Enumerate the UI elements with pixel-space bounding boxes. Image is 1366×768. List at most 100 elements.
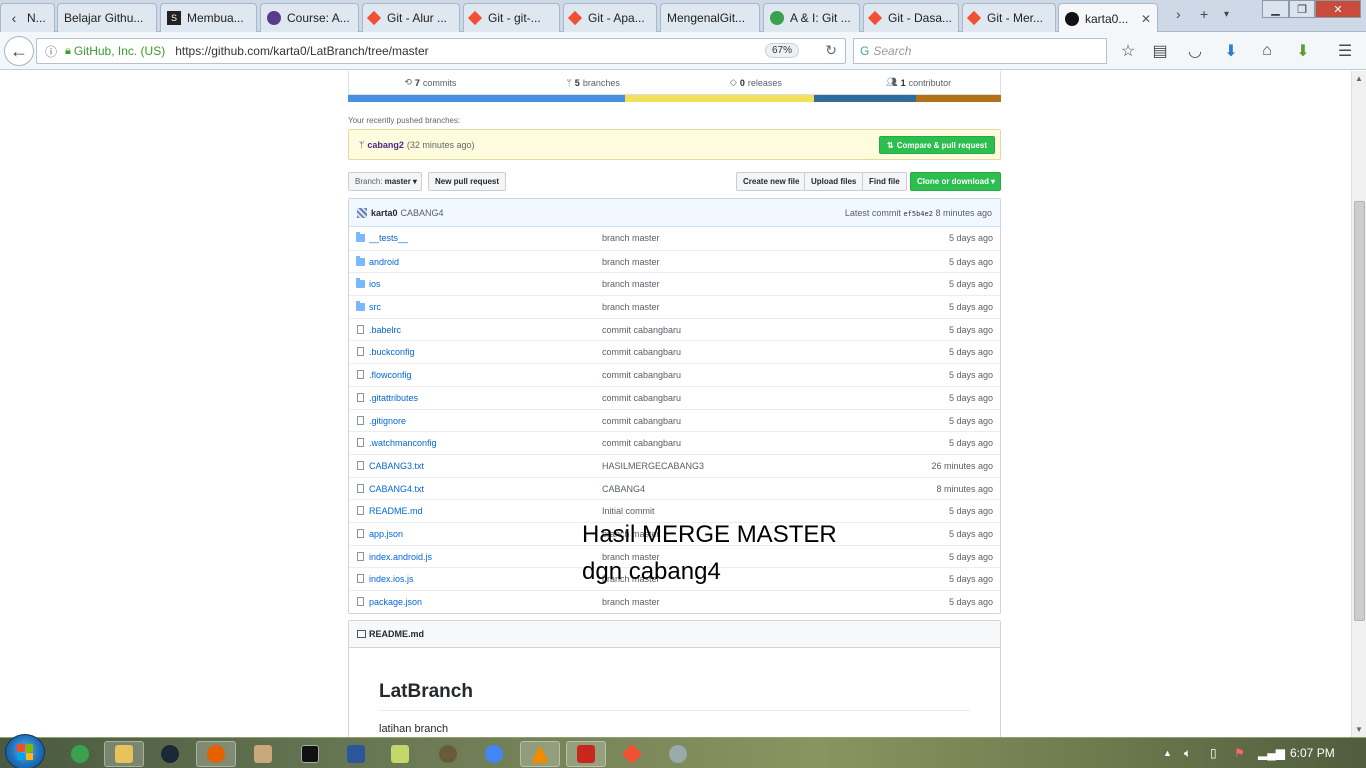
download-helper-icon[interactable]: ⬇ [1293, 41, 1313, 61]
file-name-link[interactable]: .babelrc [369, 325, 401, 335]
language-segment[interactable] [625, 95, 814, 102]
recent-branch-name[interactable]: cabang2 [367, 140, 404, 150]
file-name-link[interactable]: .flowconfig [369, 370, 412, 380]
find-file-button[interactable]: Find file [862, 172, 907, 191]
commits-link[interactable]: ⟲ 7 commits [349, 71, 512, 94]
scroll-up-icon[interactable]: ▲ [1355, 74, 1363, 83]
compare-pull-request-button[interactable]: ⇅ Compare & pull request [879, 136, 995, 154]
vertical-scrollbar[interactable]: ▲ ▼ [1351, 71, 1366, 737]
bookmark-star-icon[interactable]: ☆ [1118, 41, 1138, 61]
language-bar[interactable] [348, 95, 1001, 102]
file-commit-message[interactable]: branch master [602, 233, 660, 243]
browser-tab[interactable]: Belajar Githu... [57, 3, 157, 32]
file-commit-message[interactable]: commit cabangbaru [602, 438, 681, 448]
file-name-link[interactable]: __tests__ [369, 233, 408, 243]
list-all-tabs-icon[interactable]: ▾ [1224, 9, 1229, 20]
close-window-button[interactable]: ✕ [1315, 0, 1361, 18]
taskbar-app-cmd[interactable] [290, 741, 330, 767]
new-tab-button[interactable]: + [1200, 6, 1208, 22]
zoom-indicator[interactable]: 67% [764, 43, 799, 58]
taskbar-app-word[interactable] [336, 741, 376, 767]
browser-tab[interactable]: Git - Dasa... [863, 3, 959, 32]
releases-link[interactable]: ◇ 0 releases [675, 71, 838, 94]
commit-message[interactable]: CABANG4 [401, 208, 444, 218]
reload-icon[interactable]: ↻ [825, 42, 837, 59]
close-tab-icon[interactable]: ✕ [1141, 12, 1151, 26]
file-name-link[interactable]: index.android.js [369, 552, 432, 562]
avatar[interactable] [357, 207, 367, 218]
branches-link[interactable]: ᛘ 5 branches [512, 71, 675, 94]
file-commit-message[interactable]: branch master [602, 279, 660, 289]
browser-tab[interactable]: karta0... ✕ [1058, 3, 1158, 33]
taskbar-app-steam[interactable] [150, 741, 190, 767]
file-commit-message[interactable]: commit cabangbaru [602, 325, 681, 335]
contributors-link[interactable]: 👥︎ 1 contributor [837, 71, 1000, 94]
file-commit-message[interactable]: commit cabangbaru [602, 370, 681, 380]
taskbar-app-chrome[interactable] [474, 741, 514, 767]
taskbar-app-pdf[interactable] [566, 741, 606, 767]
file-name-link[interactable]: CABANG4.txt [369, 484, 424, 494]
minimize-button[interactable]: ▁ [1262, 0, 1289, 18]
search-bar[interactable]: G Search [853, 38, 1107, 64]
taskbar-app-notes[interactable] [380, 741, 420, 767]
pocket-icon[interactable]: ◡ [1185, 41, 1205, 61]
hamburger-menu-icon[interactable]: ☰ [1335, 41, 1355, 61]
file-commit-message[interactable]: commit cabangbaru [602, 416, 681, 426]
taskbar-app-chrome-old[interactable] [60, 741, 100, 767]
device-icon[interactable]: ▯ [1210, 746, 1217, 760]
browser-tab[interactable]: Git - Mer... [962, 3, 1056, 32]
volume-icon[interactable]: 🔈︎ [1184, 746, 1191, 761]
taskbar-app-vlc[interactable] [520, 741, 560, 767]
home-icon[interactable]: ⌂ [1257, 41, 1277, 61]
file-commit-message[interactable]: HASILMERGECABANG3 [602, 461, 704, 471]
download-arrow-icon[interactable]: ⬇ [1221, 41, 1241, 61]
browser-tab[interactable]: Git - Apa... [563, 3, 657, 32]
reading-list-icon[interactable]: ▤ [1150, 41, 1170, 61]
taskbar-app-notepad[interactable] [243, 741, 283, 767]
file-name-link[interactable]: CABANG3.txt [369, 461, 424, 471]
browser-tab[interactable]: Git - git-... [463, 3, 560, 32]
taskbar-app-firefox[interactable] [196, 741, 236, 767]
file-commit-message[interactable]: branch master [602, 302, 660, 312]
taskbar-app-circle[interactable] [428, 741, 468, 767]
network-signal-icon[interactable]: ▂▄▆ [1258, 746, 1285, 760]
file-name-link[interactable]: index.ios.js [369, 574, 414, 584]
back-button[interactable]: ← [4, 36, 34, 66]
file-name-link[interactable]: .gitattributes [369, 393, 418, 403]
commit-author[interactable]: karta0 [371, 208, 398, 218]
branch-select-button[interactable]: Branch: master ▾ [348, 172, 422, 191]
upload-files-button[interactable]: Upload files [804, 172, 864, 191]
file-name-link[interactable]: .buckconfig [369, 347, 415, 357]
file-commit-message[interactable]: commit cabangbaru [602, 393, 681, 403]
browser-tab[interactable]: S Membua... [160, 3, 257, 32]
scroll-down-icon[interactable]: ▼ [1355, 725, 1363, 734]
scroll-tabs-right-icon[interactable]: › [1176, 6, 1181, 22]
language-segment[interactable] [348, 95, 625, 102]
flag-alert-icon[interactable]: ⚑ [1234, 746, 1245, 760]
browser-tab[interactable]: Git - Alur ... [362, 3, 460, 32]
new-pull-request-button[interactable]: New pull request [428, 172, 507, 191]
url-text[interactable]: https://github.com/karta0/LatBranch/tree… [175, 44, 428, 58]
create-new-file-button[interactable]: Create new file [736, 172, 807, 191]
file-name-link[interactable]: package.json [369, 597, 422, 607]
maximize-button[interactable]: ❐ [1289, 0, 1315, 18]
site-identity[interactable]: GitHub, Inc. (US) [74, 44, 165, 58]
file-commit-message[interactable]: commit cabangbaru [602, 347, 681, 357]
taskbar-app-explorer[interactable] [104, 741, 144, 767]
clone-download-button[interactable]: Clone or download ▾ [910, 172, 1001, 191]
browser-tab[interactable]: ‹ N... [0, 3, 55, 32]
file-commit-message[interactable]: Initial commit [602, 506, 655, 516]
file-name-link[interactable]: .gitignore [369, 416, 406, 426]
clock[interactable]: 6:07 PM [1290, 746, 1335, 760]
browser-tab[interactable]: Course: A... [260, 3, 359, 32]
file-name-link[interactable]: app.json [369, 529, 403, 539]
taskbar-app-git[interactable] [612, 741, 652, 767]
browser-tab[interactable]: A & I: Git ... [763, 3, 860, 32]
file-name-link[interactable]: README.md [369, 506, 423, 516]
file-name-link[interactable]: android [369, 257, 399, 267]
file-name-link[interactable]: .watchmanconfig [369, 438, 437, 448]
file-commit-message[interactable]: branch master [602, 257, 660, 267]
url-bar[interactable]: ⓘ 🔒︎ GitHub, Inc. (US) https://github.co… [36, 38, 846, 64]
language-segment[interactable] [814, 95, 916, 102]
info-icon[interactable]: ⓘ [41, 43, 61, 60]
